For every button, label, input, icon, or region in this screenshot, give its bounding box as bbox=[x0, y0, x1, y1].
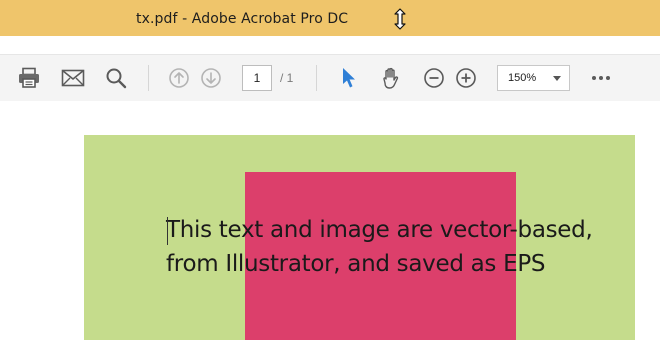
toolbar: 1 / 1 150% bbox=[0, 55, 660, 101]
select-tool-button[interactable] bbox=[335, 64, 363, 92]
previous-page-button[interactable] bbox=[165, 64, 193, 92]
chevron-down-icon bbox=[553, 76, 561, 81]
text-caret bbox=[167, 217, 168, 245]
toolbar-divider bbox=[316, 65, 317, 91]
search-button[interactable] bbox=[102, 64, 130, 92]
zoom-in-icon bbox=[455, 67, 477, 89]
zoom-level-value: 150% bbox=[508, 72, 537, 84]
document-text-line: from Illustrator, and saved as EPS bbox=[166, 251, 546, 277]
more-tools-button[interactable] bbox=[587, 64, 615, 92]
zoom-out-icon bbox=[423, 67, 445, 89]
zoom-level-select[interactable]: 150% bbox=[497, 65, 570, 91]
pointer-arrow-icon bbox=[341, 67, 357, 89]
next-page-button[interactable] bbox=[197, 64, 225, 92]
print-icon bbox=[17, 67, 41, 89]
mail-icon bbox=[61, 69, 85, 87]
arrow-down-circle-icon bbox=[200, 67, 222, 89]
toolbar-divider bbox=[148, 65, 149, 91]
page-total: / 1 bbox=[280, 71, 294, 85]
title-bar[interactable]: tx.pdf - Adobe Acrobat Pro DC bbox=[0, 0, 660, 36]
menu-spacer bbox=[0, 36, 660, 55]
hand-icon bbox=[379, 66, 403, 90]
window-title: tx.pdf - Adobe Acrobat Pro DC bbox=[136, 11, 349, 27]
arrow-up-circle-icon bbox=[168, 67, 190, 89]
email-button[interactable] bbox=[59, 64, 87, 92]
print-button[interactable] bbox=[15, 64, 43, 92]
page-number-input[interactable]: 1 bbox=[242, 65, 272, 91]
zoom-in-button[interactable] bbox=[452, 64, 480, 92]
more-icon bbox=[591, 75, 611, 81]
search-icon bbox=[105, 67, 127, 89]
document-text[interactable]: This text and image are vector-based, fr… bbox=[166, 213, 593, 281]
document-view[interactable]: This text and image are vector-based, fr… bbox=[0, 101, 660, 340]
zoom-out-button[interactable] bbox=[420, 64, 448, 92]
document-text-line: This text and image are vector-based, bbox=[166, 217, 593, 243]
resize-vertical-cursor-icon bbox=[393, 8, 407, 30]
hand-tool-button[interactable] bbox=[377, 64, 405, 92]
